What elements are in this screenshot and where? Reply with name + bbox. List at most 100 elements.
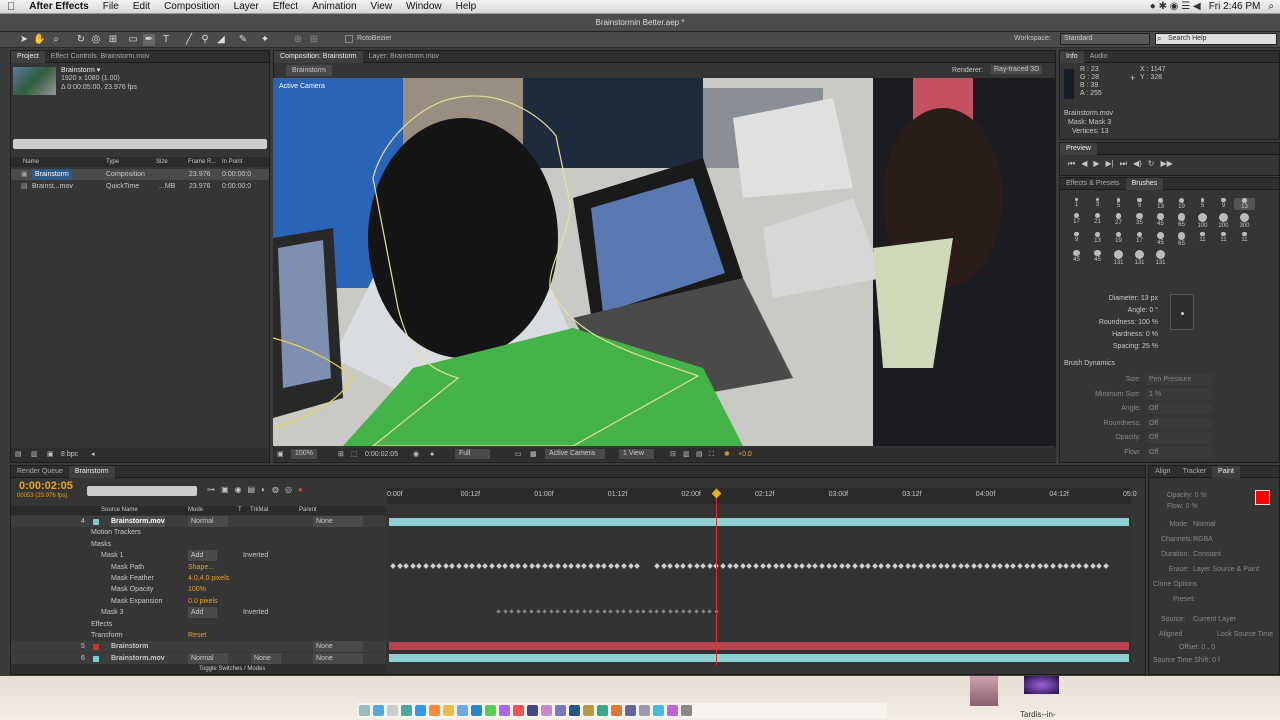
brush-preset[interactable]: 65 (1171, 232, 1192, 247)
graph-editor-icon[interactable]: ● (298, 485, 303, 494)
mask-path-keyframe[interactable] (1030, 563, 1037, 569)
layer-mode-select[interactable]: Normal (188, 516, 228, 527)
col-frame-rate[interactable]: Frame R... (188, 157, 216, 167)
menu-edit[interactable]: Edit (126, 1, 157, 12)
brush-preset[interactable]: 131 (1150, 249, 1171, 266)
mask-path-keyframe[interactable] (502, 563, 509, 569)
col-mode[interactable]: Mode (188, 506, 203, 515)
mask-path-keyframe[interactable] (819, 563, 825, 569)
col-in-point[interactable]: In Point (222, 157, 242, 167)
mask-path-keyframe[interactable] (720, 563, 726, 569)
mask-path-keyframe[interactable] (786, 563, 792, 569)
mask-path-keyframe[interactable] (766, 563, 773, 569)
mask-3-keyframe[interactable] (608, 609, 613, 614)
new-folder-icon[interactable]: ▥ (31, 448, 38, 462)
source-time-shift[interactable]: Source Time Shift: 0 f (1153, 657, 1220, 664)
mask-path-keyframe[interactable] (937, 563, 944, 569)
mask-3-keyframe[interactable] (522, 609, 528, 614)
mask-path-keyframe[interactable] (1069, 563, 1076, 569)
trash-icon[interactable]: ◂ (91, 448, 95, 462)
align-icon[interactable]: ⊕ (292, 34, 304, 46)
mask-path-keyframe[interactable] (977, 563, 984, 569)
mask-path-keyframe[interactable] (1102, 563, 1109, 569)
mask-path-keyframe[interactable] (614, 563, 621, 569)
mask-path-keyframe[interactable] (634, 563, 641, 569)
parent-select[interactable]: None (313, 652, 363, 664)
property-value[interactable]: 0.0 pixels (188, 596, 218, 607)
first-frame-icon[interactable]: ⏮ (1068, 159, 1075, 169)
mask-inverted-checkbox[interactable]: Inverted (243, 550, 268, 561)
dock-app-icon[interactable] (555, 705, 566, 716)
mask-visibility-icon[interactable]: ⬚ (351, 448, 358, 461)
mask-3-keyframe[interactable] (601, 609, 607, 614)
dock-finder-icon[interactable] (359, 705, 370, 716)
dock-app-icon[interactable] (471, 705, 482, 716)
mask-path-keyframe[interactable] (667, 563, 674, 569)
tab-timeline-brainstorm[interactable]: Brainstorm (68, 465, 115, 478)
dock-app-icon[interactable] (401, 705, 412, 716)
mask-path-keyframe[interactable] (799, 563, 806, 569)
mute-icon[interactable]: ◀) (1133, 159, 1142, 169)
mask-path-keyframe[interactable] (871, 563, 878, 569)
clone-stamp-tool-icon[interactable]: ⚲ (199, 34, 211, 46)
timeline-layer-row[interactable]: Mask Feather 4.0,4.0 pixels (11, 573, 386, 584)
mask-path-keyframe[interactable] (924, 563, 931, 569)
brush-preset[interactable]: 13 (1150, 198, 1171, 210)
brush-dynamic-select[interactable]: 1 % (1146, 388, 1212, 400)
col-name[interactable]: Name (23, 157, 39, 167)
clock[interactable]: Fri 2:46 PM (1209, 1, 1261, 12)
timeline-layer-row[interactable]: Mask Expansion 0.0 pixels (11, 596, 386, 607)
brush-preset[interactable]: 21 (1087, 213, 1108, 229)
brush-preset[interactable]: 9 (1066, 232, 1087, 247)
brush-preset[interactable]: 5 (1108, 198, 1129, 210)
loop-icon[interactable]: ↻ (1148, 159, 1155, 169)
layer-duration-bar[interactable] (389, 642, 1129, 650)
col-type[interactable]: Type (106, 157, 119, 167)
mask-3-keyframe[interactable] (549, 609, 554, 614)
mask-path-keyframe[interactable] (528, 563, 535, 569)
dock-app-icon[interactable] (429, 705, 440, 716)
mask-path-keyframe[interactable] (878, 563, 885, 569)
tab-paint[interactable]: Paint (1212, 465, 1241, 478)
mask-path-keyframe[interactable] (475, 563, 482, 569)
paint-flow[interactable]: Flow: 0 % (1167, 501, 1207, 512)
mask-3-keyframe[interactable] (502, 609, 508, 614)
brush-preset[interactable]: 17 (1129, 232, 1150, 247)
parent-select[interactable]: None (313, 516, 363, 527)
tab-audio[interactable]: Audio (1084, 53, 1114, 60)
pan-behind-tool-icon[interactable]: ⊞ (107, 34, 119, 46)
mask-3-keyframe[interactable] (661, 609, 666, 614)
brush-preset[interactable]: 45 (1150, 232, 1171, 247)
col-parent[interactable]: Parent (299, 506, 317, 515)
desktop-file-thumbnail[interactable] (1024, 676, 1059, 694)
mask-path-keyframe[interactable] (706, 563, 713, 569)
tab-effect-controls[interactable]: Effect Controls: Brainstorm.mov (45, 53, 156, 60)
bpc-button[interactable]: 8 bpc (61, 448, 78, 462)
mask-3-keyframe[interactable] (588, 609, 594, 614)
mask-path-keyframe[interactable] (1063, 563, 1070, 569)
clone-source-select[interactable]: Current Layer (1193, 616, 1236, 623)
mask-path-keyframe[interactable] (845, 563, 852, 569)
mask-path-keyframe[interactable] (541, 563, 548, 569)
brush-preset[interactable]: 131 (1108, 249, 1129, 266)
selection-tool-icon[interactable]: ➤ (18, 34, 30, 46)
mask-path-keyframe[interactable] (462, 563, 469, 569)
mask-path-keyframe[interactable] (396, 563, 403, 569)
brush-preset[interactable]: 300 (1234, 213, 1255, 229)
brush-preset[interactable]: 9 (1213, 198, 1234, 210)
brush-preset[interactable]: 65 (1171, 213, 1192, 229)
timeline-timecode[interactable]: 0:00:02:05 (19, 480, 73, 492)
tab-layer[interactable]: Layer: Brainstorm.mov (363, 53, 445, 60)
timeline-layer-row[interactable]: 6 Brainstorm.mov Normal None None (11, 652, 386, 664)
brush-preset[interactable]: 11 (1234, 232, 1255, 247)
mask-3-keyframe[interactable] (667, 609, 673, 614)
timeline-layer-row[interactable]: 5 Brainstorm None (11, 641, 386, 653)
mask-path-keyframe[interactable] (515, 563, 522, 569)
mask-path-keyframe[interactable] (984, 563, 990, 569)
mask-3-keyframe[interactable] (595, 609, 600, 614)
mask-path-keyframe[interactable] (1023, 563, 1030, 569)
col-source-name[interactable]: Source Name (101, 506, 138, 515)
mask-3-keyframe[interactable] (700, 609, 706, 614)
mask-path-keyframe[interactable] (1050, 563, 1056, 569)
play-icon[interactable]: ▶ (1093, 159, 1099, 169)
